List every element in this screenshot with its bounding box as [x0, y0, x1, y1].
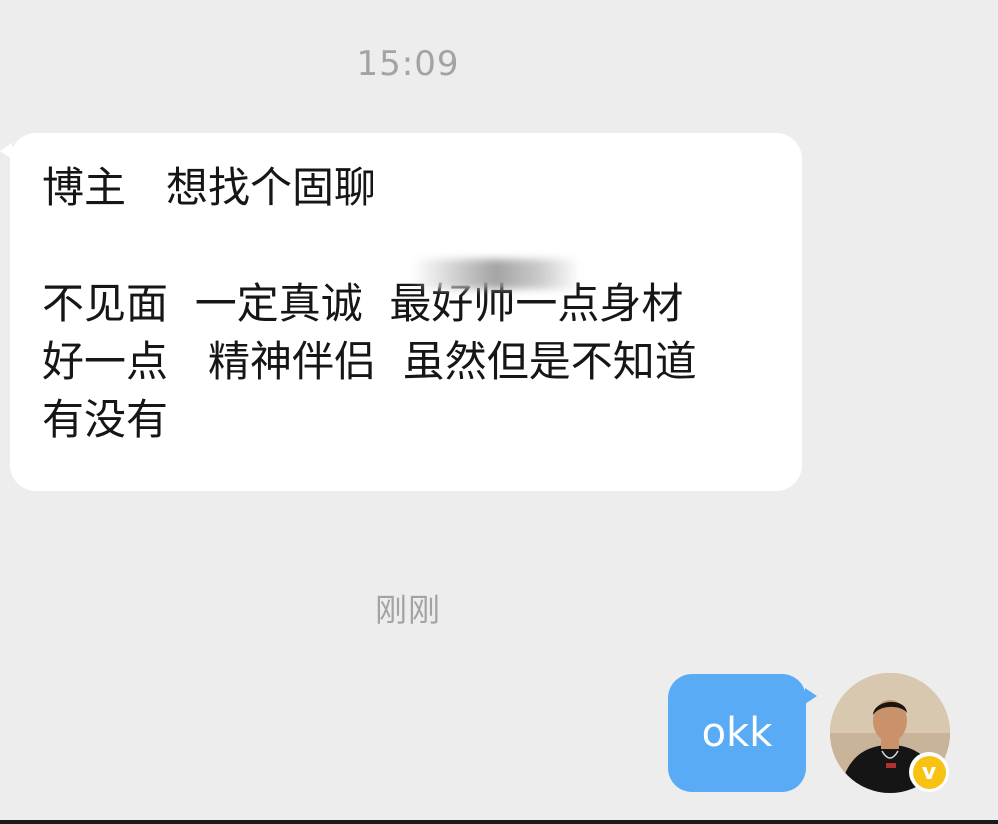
outgoing-message-text: okk — [701, 710, 773, 756]
timestamp-first: 15:09 — [356, 44, 460, 84]
message-line-4: 有没有 — [42, 395, 169, 444]
redacted-text-blur — [412, 259, 580, 289]
outgoing-message-bubble[interactable]: okk — [668, 674, 817, 792]
message-line-2: 不见面 一定真诚 最好帅一点身材 — [42, 279, 684, 328]
bottom-edge — [0, 820, 998, 824]
message-line-3: 好一点 精神伴侣 虽然但是不知道 — [42, 337, 697, 386]
timestamp-second: 刚刚 — [374, 591, 441, 629]
verified-badge: v — [909, 752, 949, 792]
incoming-message-bubble[interactable]: 博主 想找个固聊 不见面 一定真诚 最好帅一点身材 好一点 精神伴侣 虽然但是不… — [0, 133, 802, 491]
incoming-bubble-tail — [0, 143, 12, 159]
message-line-1: 博主 想找个固聊 — [42, 163, 377, 212]
outgoing-bubble-tail — [805, 688, 817, 704]
verified-v-icon: v — [912, 755, 946, 789]
